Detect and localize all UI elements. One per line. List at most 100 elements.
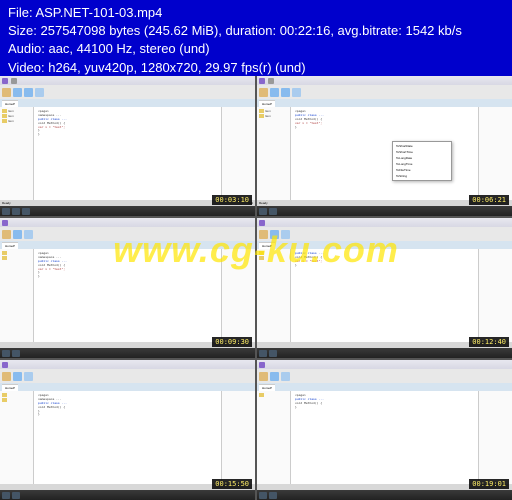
ide-toolbar	[257, 227, 512, 241]
code-editor[interactable]: public class ... void Method() { var x =…	[291, 249, 478, 342]
folder-icon	[2, 393, 7, 397]
status-text: Ready	[2, 201, 11, 205]
code-editor[interactable]: <page> namespace ... public class ... vo…	[34, 107, 221, 200]
file-tab[interactable]: HomeP	[259, 384, 275, 391]
toolbar-icon[interactable]	[270, 88, 279, 97]
solution-explorer[interactable]	[257, 391, 291, 484]
file-tab[interactable]: HomeP	[2, 384, 18, 391]
menu-icon	[268, 78, 274, 84]
taskbar-app-icon[interactable]	[22, 208, 30, 215]
start-button[interactable]	[2, 492, 10, 499]
editor-tabs: HomeP	[0, 383, 255, 391]
ide-titlebar	[257, 76, 512, 85]
audio-info-line: Audio: aac, 44100 Hz, stereo (und)	[8, 40, 504, 58]
windows-taskbar[interactable]	[257, 490, 512, 500]
toolbar-icon[interactable]	[281, 88, 290, 97]
file-tab[interactable]: HomeP	[2, 100, 18, 107]
toolbar-icon[interactable]	[259, 230, 268, 239]
ide-toolbar	[257, 369, 512, 383]
ide-toolbar	[0, 369, 255, 383]
file-tab[interactable]: HomeP	[259, 100, 275, 107]
start-button[interactable]	[2, 350, 10, 357]
vs-logo-icon	[259, 362, 265, 368]
video-thumbnail: HomeP Item Item Item <page> namespace ..…	[0, 76, 255, 216]
toolbar-icon[interactable]	[24, 88, 33, 97]
editor-tabs: HomeP	[257, 99, 512, 107]
windows-taskbar[interactable]	[0, 206, 255, 216]
ide-titlebar	[0, 76, 255, 85]
properties-panel[interactable]	[478, 249, 512, 342]
menu-item[interactable]: ToString	[394, 173, 450, 179]
vs-logo-icon	[2, 78, 8, 84]
toolbar-icon[interactable]	[2, 372, 11, 381]
start-button[interactable]	[259, 492, 267, 499]
solution-explorer[interactable]	[257, 249, 291, 342]
toolbar-icon[interactable]	[281, 230, 290, 239]
toolbar-icon[interactable]	[259, 88, 268, 97]
taskbar-app-icon[interactable]	[269, 208, 277, 215]
timestamp-overlay: 00:12:40	[469, 337, 509, 347]
toolbar-icon[interactable]	[13, 230, 22, 239]
toolbar-icon[interactable]	[259, 372, 268, 381]
code-editor[interactable]: <page> namespace ... public class ... vo…	[34, 391, 221, 484]
taskbar-app-icon[interactable]	[269, 492, 277, 499]
timestamp-overlay: 00:03:10	[212, 195, 252, 205]
toolbar-icon[interactable]	[2, 230, 11, 239]
solution-explorer[interactable]: Item Item	[257, 107, 291, 200]
timestamp-overlay: 00:19:01	[469, 479, 509, 489]
solution-explorer[interactable]	[0, 391, 34, 484]
folder-icon	[2, 109, 7, 113]
properties-panel[interactable]	[478, 391, 512, 484]
menu-icon	[11, 78, 17, 84]
code-editor[interactable]: <page> namespace ... public class ... vo…	[34, 249, 221, 342]
windows-taskbar[interactable]	[0, 490, 255, 500]
taskbar-app-icon[interactable]	[12, 350, 20, 357]
toolbar-icon[interactable]	[281, 372, 290, 381]
ide-toolbar	[0, 85, 255, 99]
start-button[interactable]	[259, 208, 267, 215]
properties-panel[interactable]	[221, 249, 255, 342]
toolbar-icon[interactable]	[13, 88, 22, 97]
toolbar-icon[interactable]	[292, 88, 301, 97]
windows-taskbar[interactable]	[257, 348, 512, 358]
taskbar-app-icon[interactable]	[12, 492, 20, 499]
file-tab[interactable]: HomeP	[2, 242, 18, 249]
windows-taskbar[interactable]	[0, 348, 255, 358]
video-thumbnail: HomeP <page> namespace ... public class …	[0, 360, 255, 500]
start-button[interactable]	[2, 208, 10, 215]
video-thumbnail: HomeP <page> public class ... void Metho…	[257, 360, 512, 500]
ide-body: Item Item Item <page> namespace ... publ…	[0, 107, 255, 200]
toolbar-icon[interactable]	[2, 88, 11, 97]
properties-panel[interactable]	[221, 391, 255, 484]
taskbar-app-icon[interactable]	[12, 208, 20, 215]
toolbar-icon[interactable]	[270, 372, 279, 381]
toolbar-icon[interactable]	[13, 372, 22, 381]
code-editor[interactable]: <page> public class ... void Method() { …	[291, 391, 478, 484]
vs-logo-icon	[2, 220, 8, 226]
toolbar-icon[interactable]	[24, 372, 33, 381]
thumbnail-grid: HomeP Item Item Item <page> namespace ..…	[0, 76, 512, 500]
start-button[interactable]	[259, 350, 267, 357]
folder-icon	[259, 251, 264, 255]
solution-explorer[interactable]	[0, 249, 34, 342]
vs-logo-icon	[259, 78, 265, 84]
ide-body: <page> namespace ... public class ... vo…	[0, 249, 255, 342]
vs-logo-icon	[2, 362, 8, 368]
folder-icon	[2, 114, 7, 118]
toolbar-icon[interactable]	[270, 230, 279, 239]
file-tab[interactable]: HomeP	[259, 242, 275, 249]
folder-icon	[259, 393, 264, 397]
video-thumbnail: HomeP public class ... void Method() { v…	[257, 218, 512, 358]
video-thumbnail: HomeP Item Item <page> public class ... …	[257, 76, 512, 216]
properties-panel[interactable]	[478, 107, 512, 200]
windows-taskbar[interactable]	[257, 206, 512, 216]
timestamp-overlay: 00:15:50	[212, 479, 252, 489]
solution-explorer[interactable]: Item Item Item	[0, 107, 34, 200]
folder-icon	[2, 251, 7, 255]
taskbar-app-icon[interactable]	[269, 350, 277, 357]
ide-body: Item Item <page> public class ... void M…	[257, 107, 512, 200]
toolbar-icon[interactable]	[24, 230, 33, 239]
intellisense-menu[interactable]: ToShortDate ToShortTime ToLongDate ToLon…	[392, 141, 452, 181]
toolbar-icon[interactable]	[35, 88, 44, 97]
properties-panel[interactable]	[221, 107, 255, 200]
